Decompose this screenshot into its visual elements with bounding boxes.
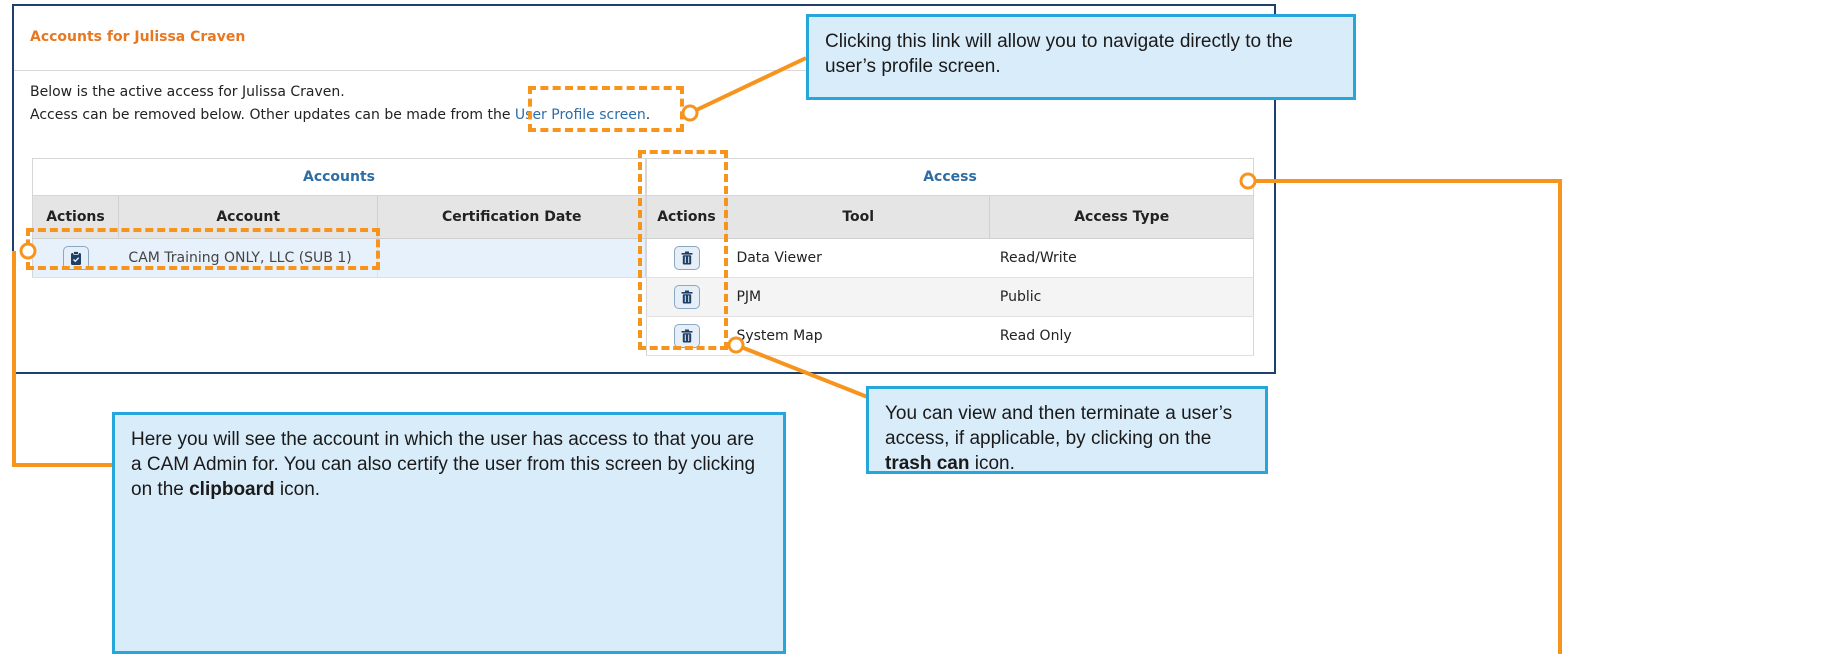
connector-dot xyxy=(1239,172,1257,190)
callout-trash-suffix: icon. xyxy=(969,453,1015,474)
connector-dot xyxy=(681,104,699,122)
callout-trash-bold: trash can xyxy=(885,453,970,474)
connector-clipboard xyxy=(12,251,116,467)
connector-dot xyxy=(727,336,745,354)
connector-trash xyxy=(735,343,871,400)
callout-profile-link: Clicking this link will allow you to nav… xyxy=(806,14,1356,100)
callout-trash-text: You can view and then terminate a user’s… xyxy=(885,403,1233,449)
callout-clipboard-bold: clipboard xyxy=(189,479,275,500)
callout-clipboard: Here you will see the account in which t… xyxy=(112,412,786,654)
callout-clipboard-suffix: icon. xyxy=(274,479,321,500)
connector-dot xyxy=(19,242,37,260)
connector-profile-link xyxy=(689,56,807,115)
callout-trash: You can view and then terminate a user’s… xyxy=(866,386,1268,474)
connector-access-table xyxy=(1256,179,1562,654)
